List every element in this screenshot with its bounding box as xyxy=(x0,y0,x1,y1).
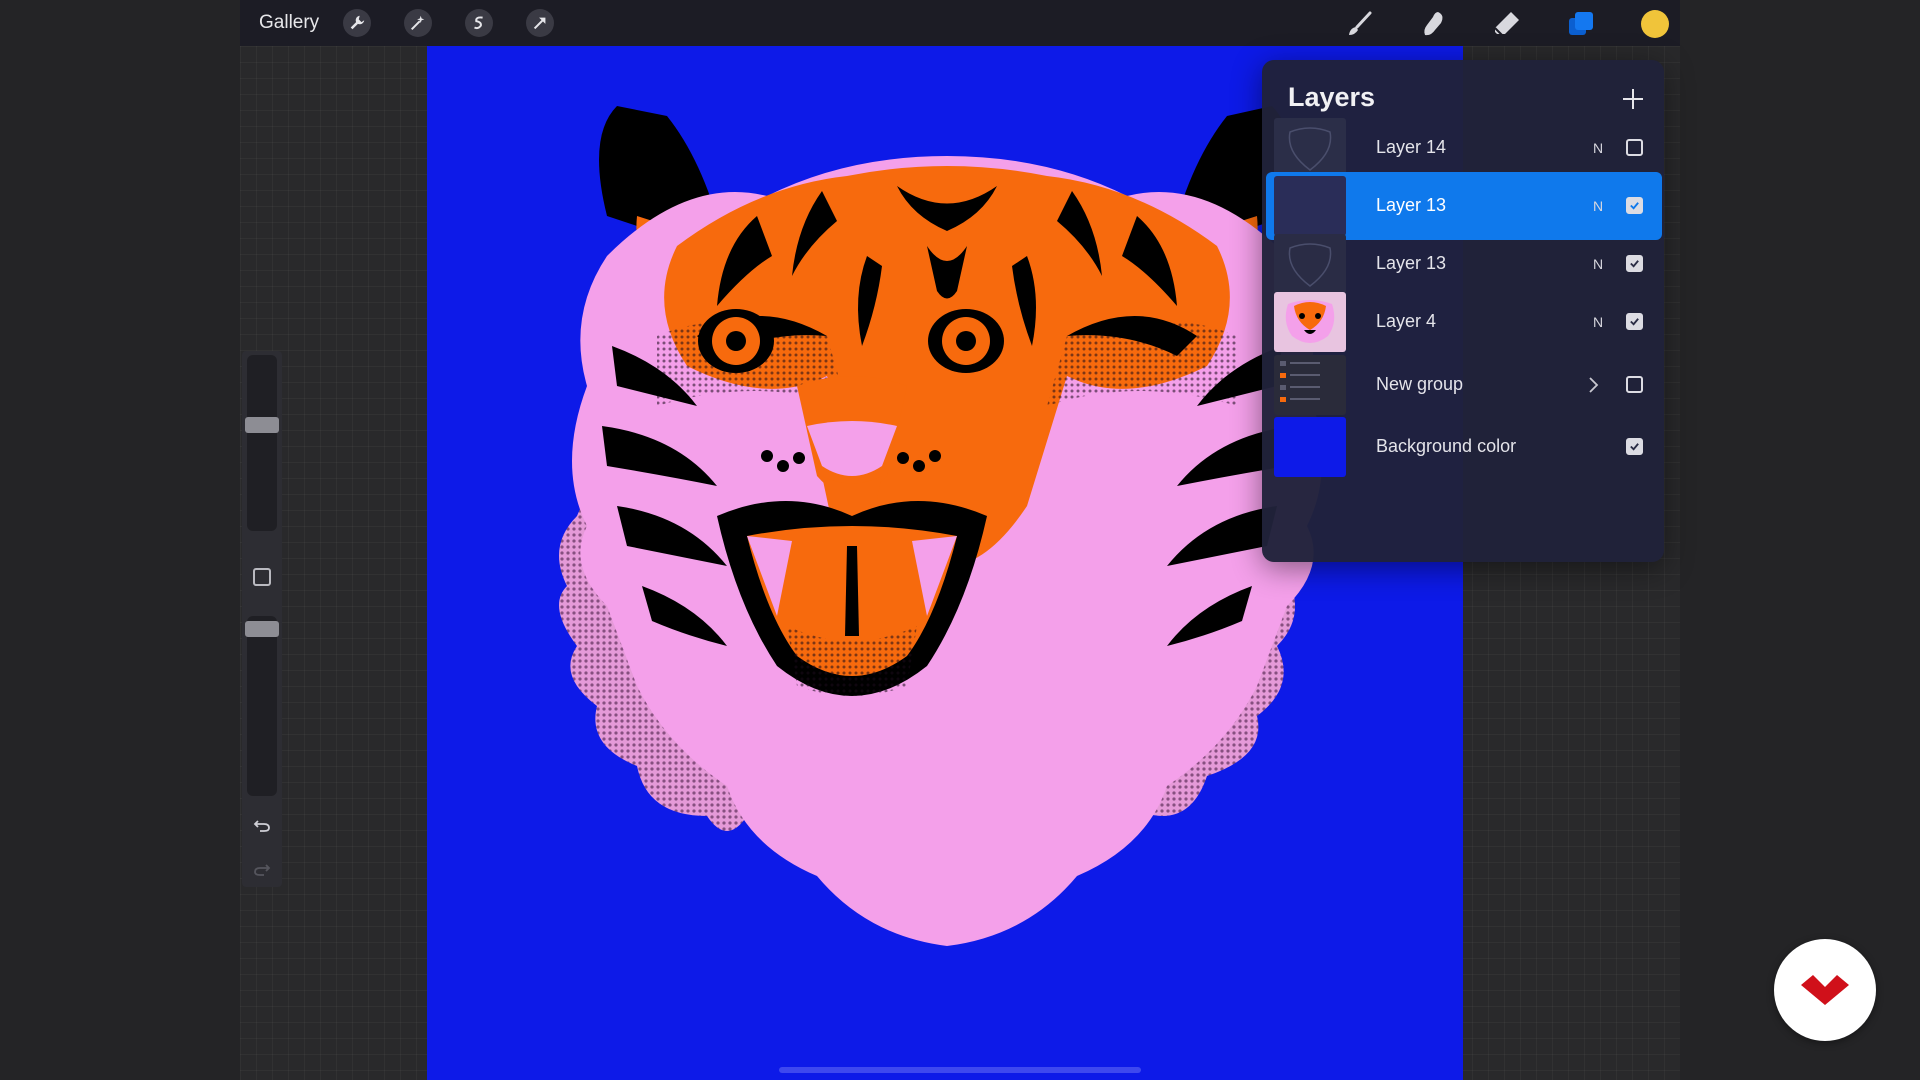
blend-mode-button[interactable]: N xyxy=(1593,198,1603,214)
layer-row[interactable]: Layer 4 N xyxy=(1266,288,1662,356)
color-picker-swatch[interactable] xyxy=(1641,10,1669,38)
layers-panel: Layers Layer 14 N Layer 13 N Layer 13 N Layer … xyxy=(1262,60,1664,562)
undo-icon[interactable] xyxy=(252,815,272,835)
layer-thumbnail xyxy=(1274,292,1346,352)
eraser-icon[interactable] xyxy=(1490,7,1524,41)
visibility-checkbox[interactable] xyxy=(1626,255,1643,272)
modify-button[interactable] xyxy=(253,568,271,586)
blend-mode-button[interactable]: N xyxy=(1593,314,1603,330)
layer-thumbnail xyxy=(1274,417,1346,477)
layer-row[interactable]: New group xyxy=(1266,351,1662,419)
letterbox-left xyxy=(0,0,240,1080)
visibility-checkbox[interactable] xyxy=(1626,438,1643,455)
layers-panel-title: Layers xyxy=(1288,82,1376,112)
gallery-button[interactable]: Gallery xyxy=(259,12,319,34)
visibility-checkbox[interactable] xyxy=(1626,376,1643,393)
layer-thumbnail xyxy=(1274,118,1346,178)
layer-name: Layer 13 xyxy=(1376,195,1447,215)
chevron-right-icon[interactable] xyxy=(1584,375,1602,395)
brush-size-slider[interactable] xyxy=(245,417,279,433)
selection-icon[interactable] xyxy=(465,9,493,37)
layer-thumbnail xyxy=(1274,176,1346,236)
brush-size-track xyxy=(247,355,277,531)
letterbox-right xyxy=(1680,0,1920,1080)
visibility-checkbox[interactable] xyxy=(1626,139,1643,156)
layer-name: New group xyxy=(1376,374,1464,394)
procreate-screen: Gallery Layers Layer 14 N Layer 13 N Lay… xyxy=(0,0,1920,1080)
top-toolbar xyxy=(240,0,1680,46)
left-sidebar xyxy=(242,351,282,887)
transform-arrow-icon[interactable] xyxy=(526,9,554,37)
blend-mode-button[interactable]: N xyxy=(1593,140,1603,156)
brush-icon[interactable] xyxy=(1342,7,1376,41)
logo-mark-icon xyxy=(1801,975,1849,1005)
layer-name: Background color xyxy=(1376,436,1517,456)
magic-wand-icon[interactable] xyxy=(404,9,432,37)
brand-logo xyxy=(1774,939,1876,1041)
blend-mode-button[interactable]: N xyxy=(1593,256,1603,272)
opacity-slider[interactable] xyxy=(245,621,279,637)
opacity-track xyxy=(247,616,277,796)
layer-name: Layer 14 xyxy=(1376,137,1447,157)
redo-icon[interactable] xyxy=(252,859,272,879)
visibility-checkbox[interactable] xyxy=(1626,197,1643,214)
add-layer-plus-icon[interactable] xyxy=(1618,84,1648,114)
layer-row[interactable]: Background color xyxy=(1266,413,1662,481)
layer-name: Layer 13 xyxy=(1376,253,1447,273)
layer-thumbnail xyxy=(1274,355,1346,415)
visibility-checkbox[interactable] xyxy=(1626,313,1643,330)
smudge-icon[interactable] xyxy=(1416,7,1450,41)
layer-name: Layer 4 xyxy=(1376,311,1437,331)
layer-thumbnail xyxy=(1274,234,1346,294)
home-indicator xyxy=(779,1067,1141,1073)
layers-icon[interactable] xyxy=(1564,7,1598,41)
wrench-icon[interactable] xyxy=(343,9,371,37)
